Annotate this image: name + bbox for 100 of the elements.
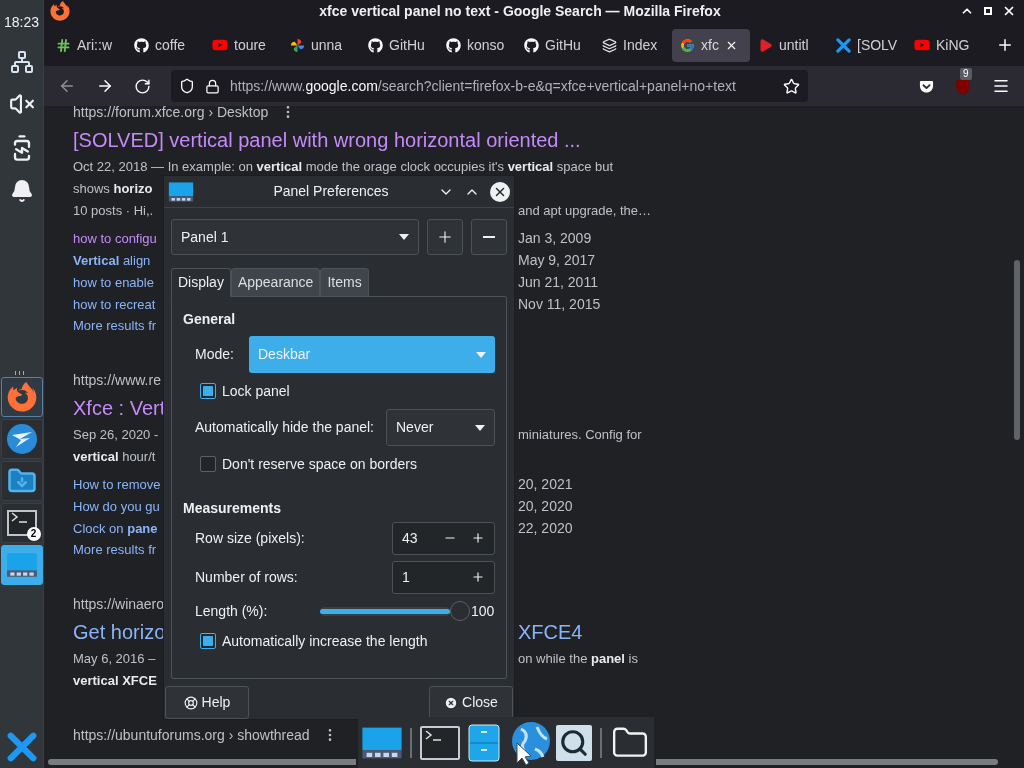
result-title-link[interactable]: Get horizo: [73, 616, 166, 647]
terminal-icon: [6, 510, 37, 536]
result-url: https://ubuntuforums.org › showthread: [73, 725, 310, 745]
result-snippet: shows horizo: [73, 180, 153, 199]
pinwheel-icon: [290, 37, 305, 53]
restore-icon[interactable]: [984, 7, 992, 15]
result-title-link[interactable]: XFCE4: [518, 616, 583, 647]
checkbox-label: Don't reserve space on borders: [222, 454, 417, 474]
github-icon: [134, 37, 149, 53]
tab-label: [SOLV: [857, 35, 898, 55]
sub-result-link[interactable]: How do you gu: [73, 499, 160, 514]
help-button[interactable]: Help: [165, 686, 249, 719]
more-results-link[interactable]: More results fr: [73, 316, 157, 336]
layers-icon: [602, 37, 617, 53]
network-icon[interactable]: [9, 50, 34, 74]
browser-tab[interactable]: Ari::w: [48, 28, 126, 62]
browser-tab[interactable]: [SOLV: [828, 28, 906, 62]
checkbox[interactable]: [200, 383, 216, 399]
tab[interactable]: Items: [320, 268, 369, 297]
result-snippet: vertical XFCE: [73, 672, 157, 691]
checkbox[interactable]: [200, 633, 216, 649]
browser-tab[interactable]: unna: [282, 28, 360, 62]
result-snippet: 10 posts · Hi,.: [73, 202, 154, 221]
horizontal-scrollbar[interactable]: [48, 759, 356, 765]
add-button[interactable]: [427, 219, 464, 255]
shield-icon: [179, 78, 195, 94]
result-title-link[interactable]: [SOLVED] vertical panel with wrong horizontal oriented ...: [73, 124, 581, 155]
hide-select[interactable]: Never: [386, 409, 495, 446]
browser-tab[interactable]: xfc: [672, 28, 750, 62]
horizontal-scrollbar[interactable]: [656, 759, 998, 765]
field-label: Mode:: [195, 345, 235, 364]
tab[interactable]: Appearance: [230, 268, 321, 297]
result-title-link[interactable]: Xfce : Vert: [73, 392, 166, 423]
result-snippet: Oct 22, 2018 — In example: on vertical mode the orage clock occupies it's vertical space but: [73, 158, 614, 177]
sub-result-link[interactable]: Clock on pane: [73, 521, 158, 536]
sub-result-link[interactable]: how to recreat: [73, 297, 156, 312]
tab-label: toure: [234, 35, 266, 55]
close-icon[interactable]: [1002, 4, 1016, 18]
menu-icon[interactable]: [992, 77, 1010, 95]
play-icon: [758, 37, 773, 53]
forward-icon[interactable]: [96, 77, 114, 95]
tab-label: konso: [467, 35, 505, 55]
spin-field[interactable]: 1: [392, 560, 495, 594]
hash-icon: [56, 37, 71, 53]
launcher-button[interactable]: [0, 419, 43, 459]
caret-icon: [475, 424, 485, 431]
spin-field[interactable]: 43: [392, 521, 495, 555]
plus-icon[interactable]: [471, 531, 485, 545]
caret-icon: [399, 234, 410, 240]
browser-tab[interactable]: GitHu: [360, 28, 438, 62]
result-snippet: Sep 26, 2020 -: [73, 426, 159, 445]
section-heading: Measurements: [183, 499, 283, 518]
field-label: Automatically hide the panel:: [195, 418, 374, 437]
extension-badge: 9: [960, 68, 972, 80]
firefox-icon: [50, 1, 70, 21]
close-button[interactable]: Close: [429, 686, 513, 719]
checkbox[interactable]: [200, 456, 216, 472]
back-icon[interactable]: [58, 77, 76, 95]
slider-handle[interactable]: [450, 601, 470, 621]
tab-label: unna: [311, 35, 343, 55]
bookmark-icon[interactable]: [783, 77, 800, 95]
sub-result-link[interactable]: Vertical align: [73, 253, 151, 268]
plus-icon[interactable]: [471, 570, 485, 584]
close-button[interactable]: [490, 181, 510, 202]
field-label: Row size (pixels):: [195, 528, 305, 548]
dock-separator: [600, 727, 603, 758]
sub-result-link[interactable]: How to remove: [73, 477, 161, 492]
reload-icon[interactable]: [134, 77, 151, 95]
launcher-button[interactable]: [0, 461, 43, 501]
section-heading: General: [183, 310, 237, 329]
pocket-icon[interactable]: [919, 78, 934, 94]
slider-value: 100: [471, 601, 495, 621]
result-snippet: vertical hour/t: [73, 448, 156, 467]
browser-tab[interactable]: KiNG: [906, 28, 984, 62]
browser-tab[interactable]: konso: [438, 28, 516, 62]
panel-select[interactable]: Panel 1: [171, 219, 420, 255]
result-url: https://www.re: [73, 370, 161, 390]
clock: 18:23: [3, 13, 39, 32]
window-title: xfce vertical panel no text - Google Search — Mozilla Firefox: [318, 1, 722, 21]
address-field[interactable]: https://www.google.com/search?client=firefox-b-e&q=xfce+vertical+panel+no+text: [171, 70, 808, 102]
result-snippet: miniatures. Config for: [518, 426, 642, 445]
notification-icon[interactable]: [9, 179, 34, 203]
dock-separator: [410, 727, 412, 758]
browser-tab[interactable]: Index: [594, 28, 672, 62]
new-tab-icon[interactable]: [996, 36, 1014, 54]
tab[interactable]: Display: [171, 268, 231, 297]
browser-tab[interactable]: GitHu: [516, 28, 594, 62]
result-url: https://forum.xfce.org › Desktop: [73, 106, 269, 122]
launcher-button[interactable]: [0, 503, 43, 543]
youtube-icon: [212, 37, 228, 53]
browser-tab[interactable]: untitl: [750, 28, 828, 62]
vertical-scrollbar[interactable]: [1014, 260, 1020, 440]
more-results-link[interactable]: More results fr: [73, 540, 157, 560]
youtube-icon: [914, 37, 930, 53]
browser-tab[interactable]: coffe: [126, 28, 204, 62]
muted-speaker-icon[interactable]: [8, 91, 35, 117]
browser-tab[interactable]: toure: [204, 28, 282, 62]
result-snippet: and apt upgrade, the…: [518, 202, 651, 221]
sub-result-link[interactable]: how to enable: [73, 275, 154, 290]
sub-result-link[interactable]: how to configu: [73, 231, 157, 246]
